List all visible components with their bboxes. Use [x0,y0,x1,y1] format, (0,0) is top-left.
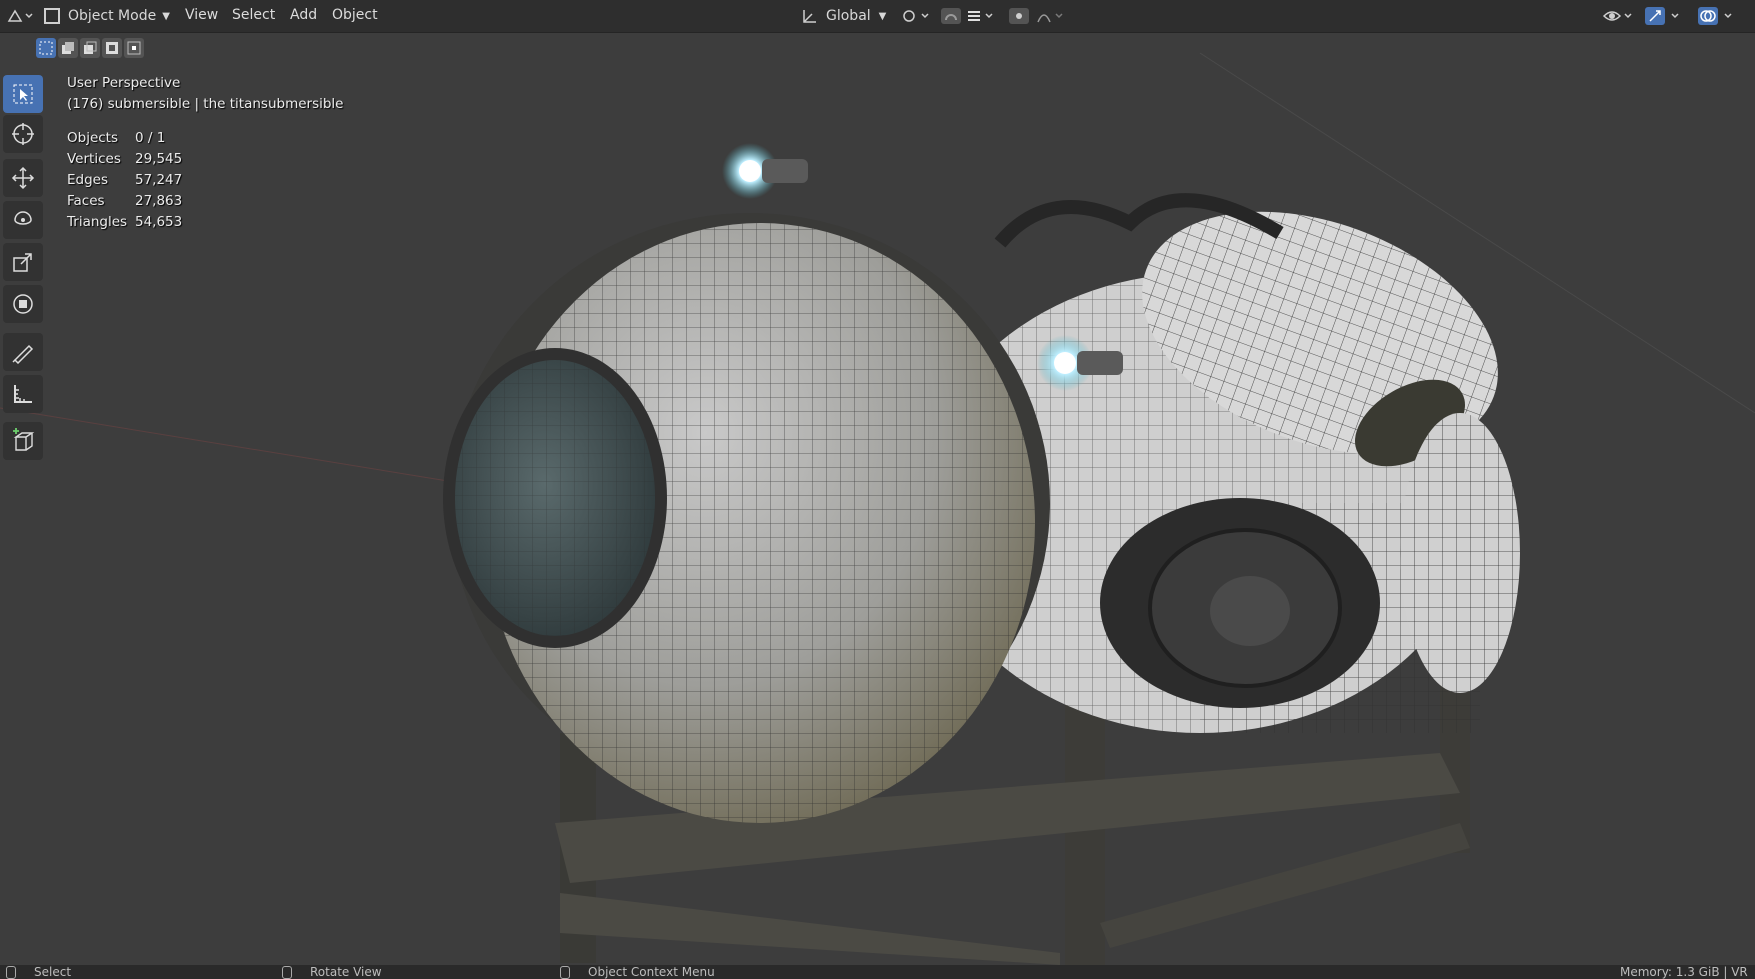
measure-icon [14,385,32,403]
status-select-label: Select [34,965,72,979]
tool-cursor[interactable] [3,115,43,153]
select-box-icon [13,84,33,104]
stat-value: 29,545 [135,151,183,167]
rotate-icon [14,211,32,225]
menu-add[interactable]: Add [290,7,317,23]
visibility-dropdown[interactable] [1602,5,1634,27]
tool-measure[interactable] [3,375,43,413]
overlay-dropdown[interactable] [1697,5,1737,27]
snap-toggle[interactable] [940,5,1000,27]
menu-view[interactable]: View [185,7,218,23]
menu-object[interactable]: Object [332,7,378,23]
object-mode-icon [44,8,60,24]
tool-annotate[interactable] [3,333,43,371]
submersible-render [0,52,1755,965]
tool-transform[interactable] [3,285,43,323]
status-rotate-label: Rotate View [310,965,382,979]
snap-icon [941,8,993,24]
stat-label: Faces [67,193,105,209]
mode-dropdown[interactable]: Object Mode ▼ [44,5,170,27]
transform-icon [13,294,33,314]
chevron-down-icon: ▼ [162,10,170,22]
mouse-middle-icon [282,965,292,979]
tool-scale[interactable] [3,243,43,281]
add-cube-icon [13,428,35,451]
stat-label: Triangles [67,214,128,230]
select-new-icon [39,41,53,55]
tool-rotate[interactable] [3,201,43,239]
overlay-icon [1698,7,1732,25]
memory-usage: Memory: 1.3 GiB | VR [1620,965,1748,979]
select-extend-button[interactable] [58,38,78,58]
select-intersect-button[interactable] [124,38,144,58]
select-extend-icon [62,42,74,54]
mode-label: Object Mode [68,8,157,24]
selection-mode-group [36,38,144,60]
gizmo-dropdown[interactable] [1644,5,1684,27]
stat-value: 54,653 [135,214,183,230]
mouse-left-icon [6,965,16,979]
proportional-edit-icon [1009,8,1063,24]
active-object-label: (176) submersible | the titansubmersible [67,96,344,112]
eye-icon [1602,11,1632,21]
stat-value: 27,863 [135,193,183,209]
stat-row: Faces 27,863 [67,193,182,214]
status-context-label: Object Context Menu [588,965,715,979]
mouse-right-icon [560,965,570,979]
tool-move[interactable] [3,159,43,197]
orientation-label: Global [826,8,871,24]
stat-value: 57,247 [135,172,183,188]
editor-type-icon [7,9,33,22]
select-invert-button[interactable] [102,38,122,58]
stat-row: Edges 57,247 [67,172,182,193]
pivot-dropdown[interactable] [900,5,932,27]
menu-select[interactable]: Select [232,7,275,23]
select-new-button[interactable] [36,38,56,58]
select-invert-icon [106,42,118,54]
3d-viewport[interactable]: User Perspective (176) submersible | the… [0,33,1755,965]
status-context: Object Context Menu [560,965,715,979]
tool-select-box[interactable] [3,75,43,113]
scene-statistics: Objects 0 / 1 Vertices 29,545 Edges 57,2… [67,130,182,235]
select-subtract-button[interactable] [80,38,100,58]
annotate-icon [12,344,34,364]
scale-icon [13,253,32,272]
chevron-down-icon: ▼ [878,10,887,22]
status-select: Select [6,965,71,979]
header-bar: Object Mode ▼ View Select Add Object Glo… [0,0,1755,33]
pivot-icon [903,10,929,22]
orientation-dropdown[interactable]: Global ▼ [800,5,886,27]
stat-label: Objects [67,130,119,146]
stat-row: Objects 0 / 1 [67,130,182,151]
view-name-label: User Perspective [67,75,181,91]
orientation-axes-icon [803,10,816,23]
select-intersect-icon [127,41,141,55]
stat-row: Vertices 29,545 [67,151,182,172]
proportional-edit-toggle[interactable] [1008,5,1068,27]
stat-label: Edges [67,172,109,188]
tool-add-cube[interactable] [3,422,43,460]
stat-value: 0 / 1 [135,130,166,146]
select-subtract-icon [84,41,97,54]
move-icon [11,166,35,190]
stat-row: Triangles 54,653 [67,214,182,235]
editor-type-button[interactable] [6,5,34,27]
gizmo-icon [1645,7,1679,25]
stat-label: Vertices [67,151,121,167]
status-rotate: Rotate View [282,965,382,979]
status-bar: Select Rotate View Object Context Menu M… [0,965,1755,979]
cursor-icon [12,123,34,145]
